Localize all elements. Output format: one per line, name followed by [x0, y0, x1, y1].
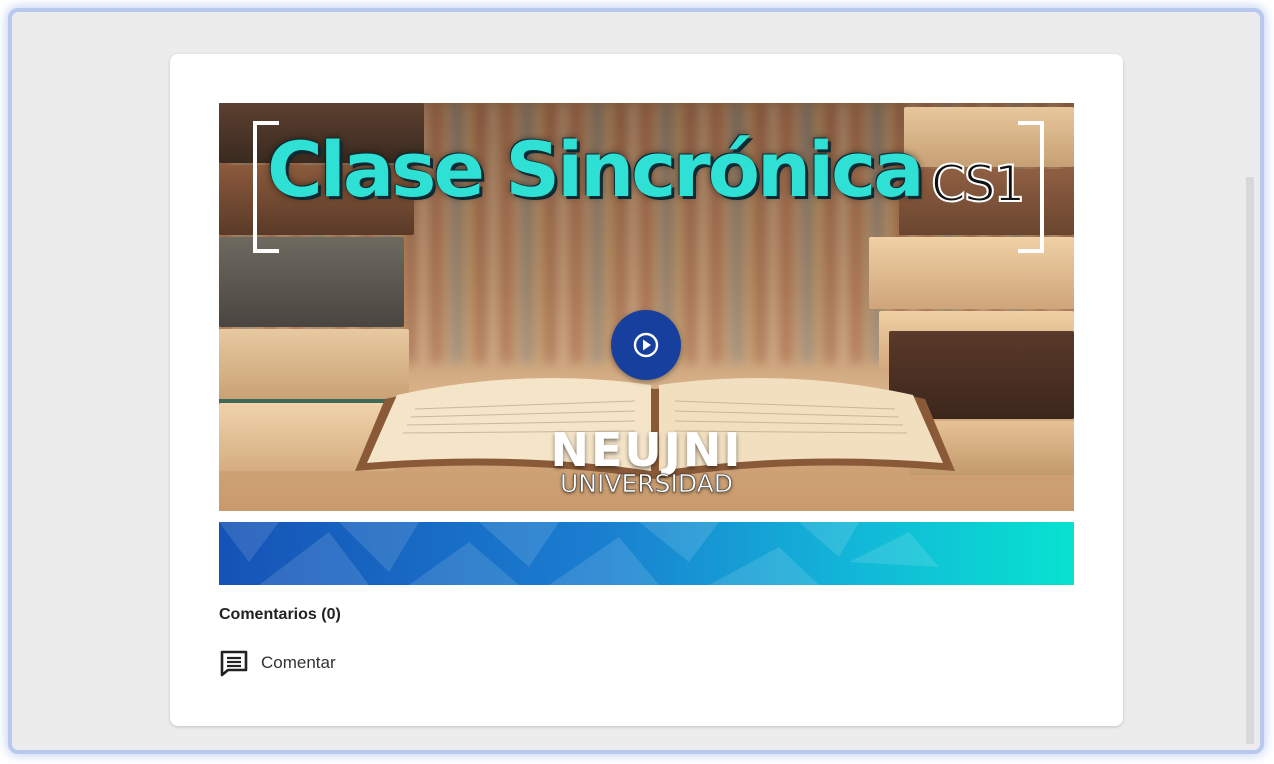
- video-thumbnail[interactable]: Clase Sincrónica CS1 NEUJNI UNIVERSIDAD: [219, 103, 1074, 511]
- comments-heading: Comentarios (0): [219, 606, 341, 623]
- window-frame: Clase Sincrónica CS1 NEUJNI UNIVERSIDAD: [12, 12, 1260, 750]
- comment-icon: [220, 650, 248, 677]
- post-card: Clase Sincrónica CS1 NEUJNI UNIVERSIDAD: [170, 54, 1123, 726]
- play-button[interactable]: [611, 310, 681, 380]
- video-code: CS1: [930, 154, 1026, 214]
- brand-subtitle: UNIVERSIDAD: [559, 469, 734, 499]
- video-title: Clase Sincrónica: [267, 125, 924, 214]
- comment-button[interactable]: Comentar: [219, 648, 336, 678]
- comment-button-label: Comentar: [261, 653, 336, 672]
- scrollbar[interactable]: [1246, 177, 1254, 744]
- decorative-banner: [219, 522, 1074, 585]
- page-background: Clase Sincrónica CS1 NEUJNI UNIVERSIDAD: [22, 22, 1254, 744]
- banner-pattern: [219, 522, 939, 585]
- play-circle-icon: [633, 332, 659, 358]
